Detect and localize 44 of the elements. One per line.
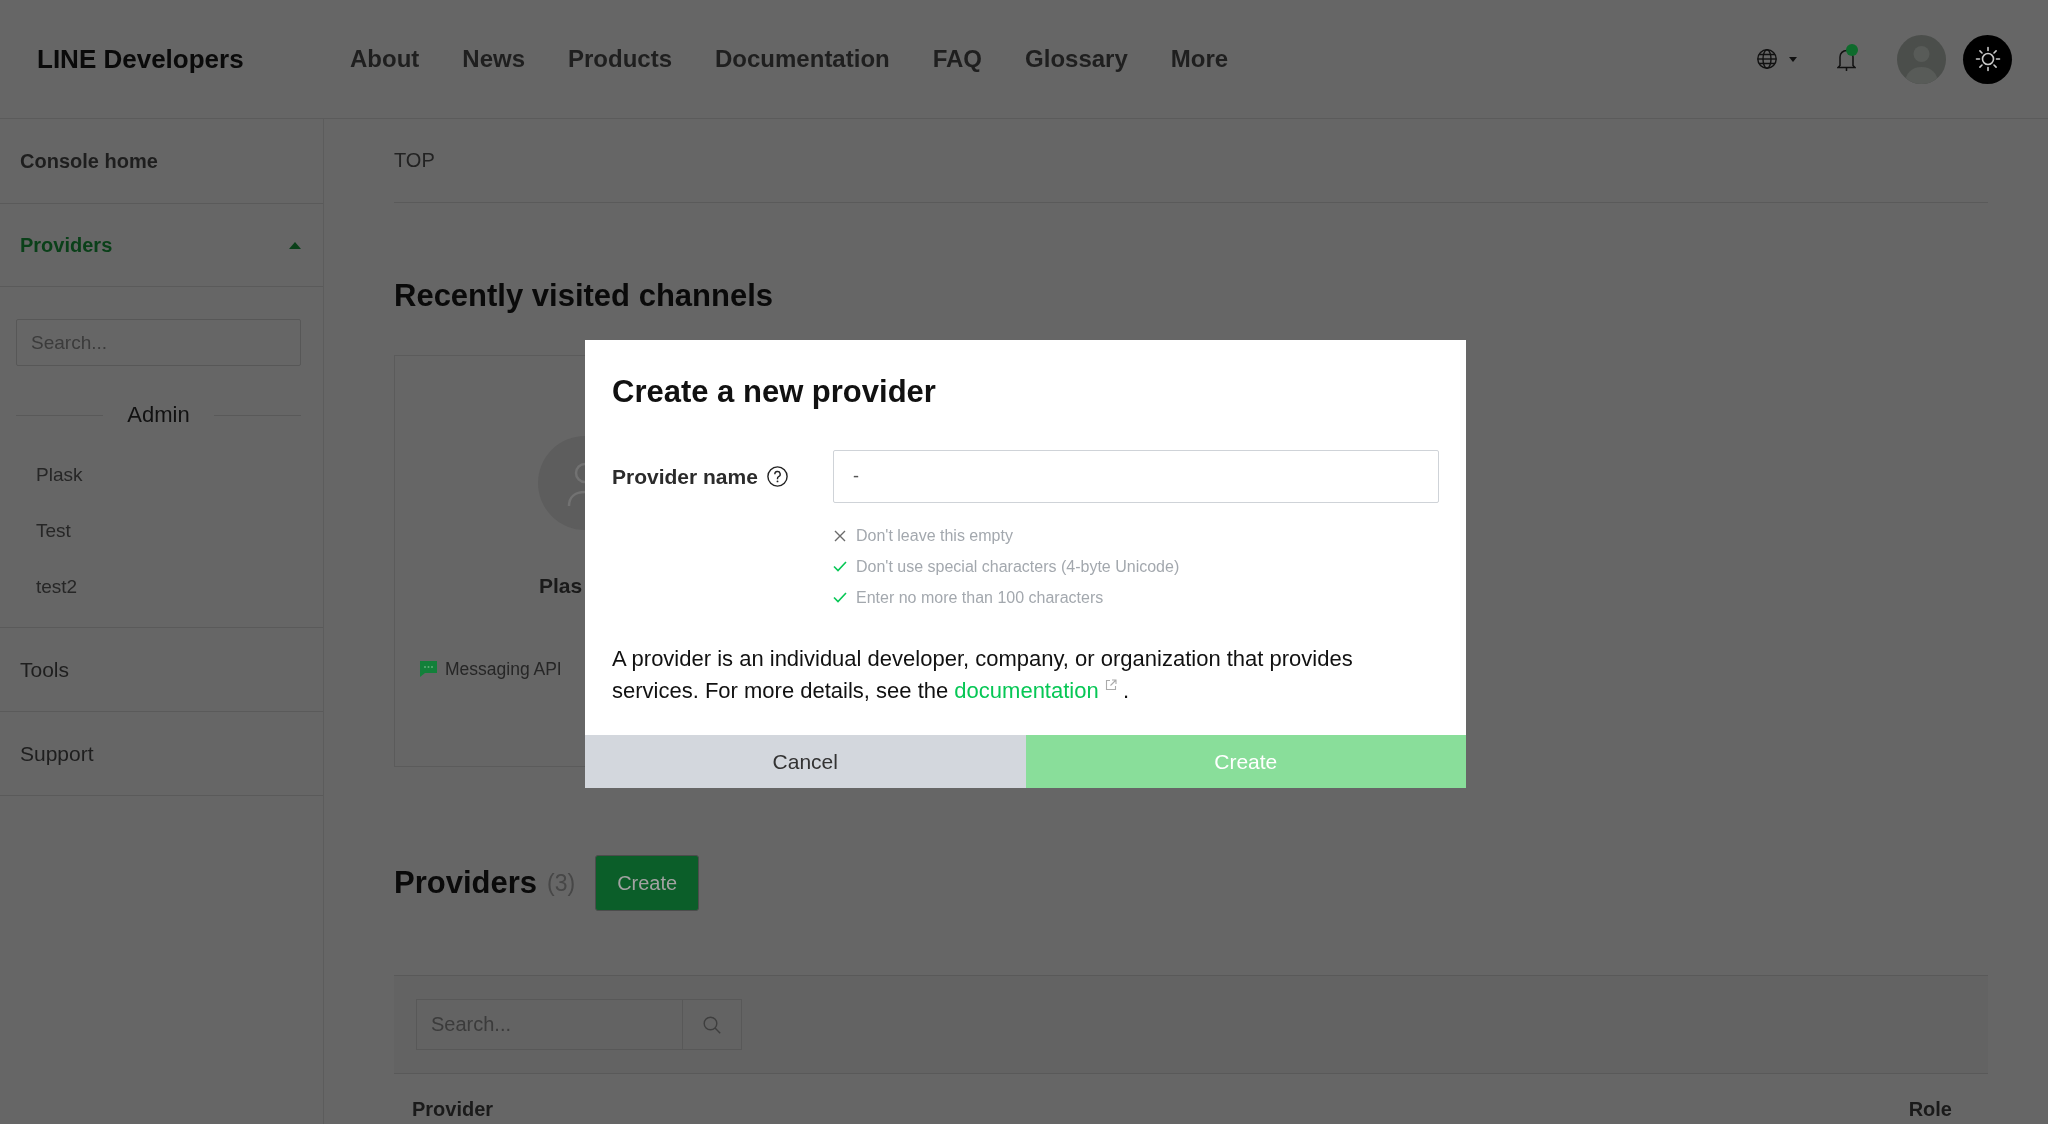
create-button[interactable]: Create: [595, 855, 700, 911]
sidebar-link[interactable]: Tools: [0, 628, 323, 712]
theme-toggle-button[interactable]: [1963, 34, 2012, 84]
documentation-link[interactable]: documentation: [954, 678, 1099, 703]
avatar-icon: [538, 435, 585, 531]
nav-link[interactable]: News: [462, 45, 525, 73]
external-link-icon: [1104, 679, 1117, 691]
provider-link[interactable]: test2: [16, 559, 78, 615]
caret-down-icon: [1789, 56, 1797, 62]
language-button[interactable]: [1757, 48, 1797, 70]
breadcrumb-link[interactable]: TOP: [394, 147, 435, 173]
rule-text: Don't use special characters (4-byte Unicode): [856, 557, 1180, 576]
group-heading: Admin: [127, 402, 190, 428]
nav-link[interactable]: Documentation: [715, 45, 890, 73]
nav-link[interactable]: More: [1170, 45, 1229, 73]
logo-text[interactable]: LINE Developers: [37, 43, 244, 74]
nav-link[interactable]: About: [350, 45, 420, 73]
channel-type: Messaging API: [445, 658, 562, 681]
sidebar-group-toggle[interactable]: Providers: [0, 204, 323, 287]
channel-name: Plas: [539, 573, 583, 599]
description-text: A provider is an individual developer, company, or organization that provides services. For more details, see the documentation .: [612, 645, 1354, 705]
column-header: Provider: [412, 1098, 494, 1120]
help-icon[interactable]: [766, 466, 788, 487]
nav-link[interactable]: Products: [568, 45, 673, 73]
rule-text: Don't leave this empty: [856, 526, 1013, 545]
provider-name-field[interactable]: -: [833, 450, 1439, 503]
rule-text: Enter no more than 100 characters: [856, 588, 1104, 607]
cancel-button[interactable]: Cancel: [585, 735, 1026, 788]
section-heading: Providers: [394, 864, 537, 902]
sun-icon: [1974, 46, 2001, 72]
provider-link[interactable]: Test: [16, 503, 71, 559]
nav-link[interactable]: Glossary: [1025, 45, 1128, 73]
search-icon: [703, 1015, 721, 1034]
field-label: Provider name: [612, 464, 758, 489]
dialog-title: Create a new provider: [612, 373, 936, 411]
nav-link[interactable]: FAQ: [932, 45, 983, 73]
globe-icon: [1757, 49, 1777, 69]
chat-bubble-icon: [420, 661, 437, 677]
sidebar-link[interactable]: Console home: [0, 119, 323, 204]
section-heading: Recently visited channels: [394, 277, 774, 315]
notification-button[interactable]: [1837, 46, 1856, 72]
sidebar-link[interactable]: Support: [0, 712, 323, 796]
column-header: Role: [1908, 1098, 1952, 1120]
provider-link[interactable]: Plask: [16, 447, 83, 503]
